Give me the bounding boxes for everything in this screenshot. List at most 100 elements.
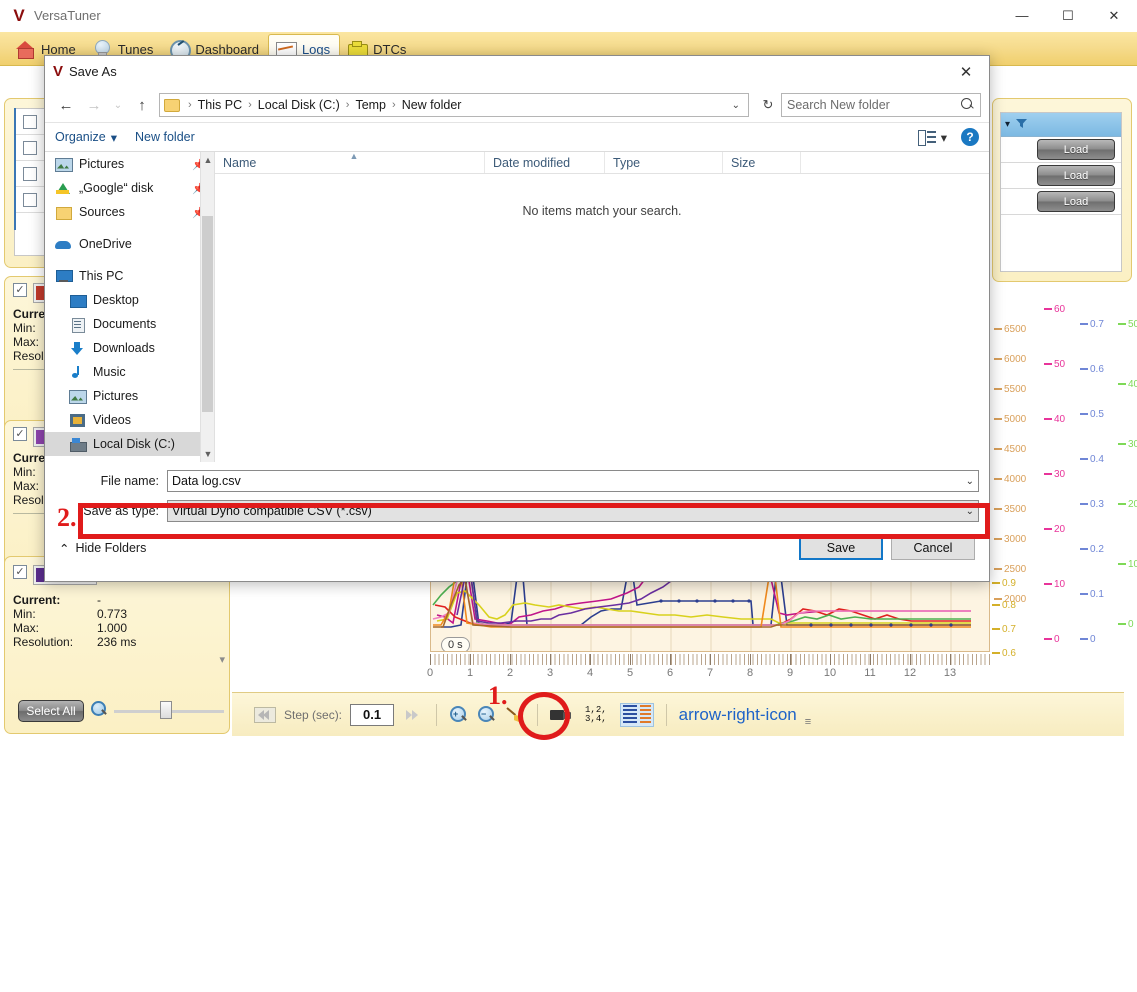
- recent-locations-button[interactable]: ⌄: [109, 92, 127, 118]
- breadcrumb-item-this-pc[interactable]: This PC: [198, 98, 242, 112]
- load-button[interactable]: Load: [1037, 165, 1115, 186]
- breadcrumb-separator: ›: [392, 99, 396, 111]
- nav-item-sources[interactable]: Sources 📌: [45, 200, 214, 224]
- nav-item-google-disk[interactable]: „Google“ disk 📌: [45, 176, 214, 200]
- breadcrumb-item-new-folder[interactable]: New folder: [402, 98, 462, 112]
- search-input[interactable]: Search New folder: [781, 93, 981, 117]
- axis-gold-bottom: 0.9 0.8 0.7 0.6: [992, 574, 1032, 992]
- parameter-scroll-down-icon[interactable]: ▾: [219, 653, 225, 666]
- forward-button[interactable]: →: [81, 92, 107, 118]
- close-button[interactable]: ✕: [1091, 0, 1137, 32]
- load-button[interactable]: Load: [1037, 191, 1115, 212]
- grid-sort-caret-icon[interactable]: ▾: [1005, 119, 1010, 130]
- file-name-input[interactable]: Data log.csv ⌄: [167, 470, 979, 492]
- column-label: Date modified: [493, 155, 571, 170]
- jump-to-end-button[interactable]: arrow-right-icon: [679, 705, 797, 725]
- axis-orange-right-tick: 3500: [1004, 504, 1027, 515]
- breadcrumb-dropdown-icon[interactable]: ⌄: [728, 100, 744, 111]
- help-icon[interactable]: ?: [961, 128, 979, 146]
- scrollbar-thumb[interactable]: [202, 216, 213, 412]
- navigation-pane[interactable]: Pictures 📌 „Google“ disk 📌 Sources 📌 One…: [45, 152, 215, 462]
- parameter-enabled-checkbox[interactable]: [13, 427, 27, 441]
- nav-item-music[interactable]: Music: [45, 360, 214, 384]
- filter-icon[interactable]: [1016, 118, 1028, 132]
- breadcrumb[interactable]: › This PC › Local Disk (C:) › Temp › New…: [159, 93, 749, 117]
- parameter-zoom-button[interactable]: [90, 700, 108, 721]
- nav-item-documents[interactable]: Documents: [45, 312, 214, 336]
- axis-lime-right-tick: 40: [1128, 379, 1137, 390]
- export-numbers-button[interactable]: 1,2, 3,4,: [580, 705, 612, 724]
- scroll-down-icon[interactable]: ▼: [201, 446, 214, 462]
- save-button[interactable]: Save: [799, 536, 883, 560]
- grid-header[interactable]: ▾: [1001, 113, 1121, 137]
- time-marker-badge: 0 s: [441, 637, 470, 651]
- nav-item-onedrive[interactable]: OneDrive: [45, 232, 214, 256]
- nav-item-pictures-quick[interactable]: Pictures 📌: [45, 152, 214, 176]
- log-row-checkbox[interactable]: [23, 114, 37, 129]
- organize-button[interactable]: Organize ▾: [55, 130, 117, 145]
- nav-item-downloads[interactable]: Downloads: [45, 336, 214, 360]
- annotation-circle-1: [518, 692, 570, 740]
- toolbar-overflow-button[interactable]: ≡: [805, 716, 811, 736]
- grid-row[interactable]: Load: [1001, 189, 1121, 215]
- zoom-slider-thumb[interactable]: [160, 701, 172, 719]
- minimize-button[interactable]: —: [999, 0, 1045, 32]
- rewind-button[interactable]: [254, 706, 276, 723]
- chevron-down-icon: ▾: [110, 130, 118, 145]
- axis-magenta-right-tick: 10: [1054, 579, 1066, 590]
- nav-item-desktop[interactable]: Desktop: [45, 288, 214, 312]
- nav-item-videos[interactable]: Videos: [45, 408, 214, 432]
- nav-item-pictures[interactable]: Pictures: [45, 384, 214, 408]
- log-data-grid[interactable]: ▾ Load Load Load: [1000, 112, 1122, 272]
- axis-blue-right-tick: 0.7: [1090, 319, 1104, 330]
- nav-item-local-disk-c[interactable]: Local Disk (C:): [45, 432, 214, 456]
- new-folder-button[interactable]: New folder: [135, 130, 195, 144]
- axis-orange-right-tick: 5000: [1004, 414, 1027, 425]
- chevron-down-icon[interactable]: ⌄: [960, 476, 974, 487]
- x-tick-label: 3: [546, 667, 554, 679]
- command-bar-right: ▾ ?: [917, 128, 979, 146]
- log-row-checkbox[interactable]: [23, 192, 37, 207]
- hide-folders-button[interactable]: ⌃ Hide Folders: [59, 541, 146, 556]
- dialog-title-bar[interactable]: V Save As ✕: [45, 56, 989, 88]
- axis-gold-tick: 0.8: [1002, 600, 1016, 611]
- file-list-pane[interactable]: ▲ Name Date modified Type Size No items …: [215, 151, 989, 462]
- scroll-up-icon[interactable]: ▲: [201, 152, 214, 168]
- chart-x-axis: 0 1 2 3 4 5 6 7 8 9 10 11 12 13: [427, 654, 990, 684]
- zoom-in-button[interactable]: +: [449, 705, 469, 725]
- step-input[interactable]: 0.1: [350, 703, 395, 726]
- nav-item-this-pc[interactable]: This PC: [45, 264, 214, 288]
- dialog-close-button[interactable]: ✕: [949, 59, 983, 85]
- column-header-name[interactable]: ▲ Name: [215, 151, 485, 173]
- chart-plot-area[interactable]: 0 s: [430, 574, 990, 652]
- load-button[interactable]: Load: [1037, 139, 1115, 160]
- axis-orange-right-tick: 5500: [1004, 384, 1027, 395]
- change-view-button[interactable]: ▾: [917, 130, 947, 146]
- annotation-rect-2: [78, 503, 990, 539]
- breadcrumb-item-local-disk[interactable]: Local Disk (C:): [258, 98, 340, 112]
- refresh-button[interactable]: ↻: [757, 97, 779, 113]
- column-header-size[interactable]: Size: [723, 152, 801, 173]
- parameter-enabled-checkbox[interactable]: [13, 565, 27, 579]
- forward-button[interactable]: [402, 707, 424, 723]
- log-row-checkbox[interactable]: [23, 166, 37, 181]
- parameter-enabled-checkbox[interactable]: [13, 283, 27, 297]
- app-logo-icon: V: [13, 6, 25, 25]
- desktop-icon: [69, 293, 87, 308]
- select-all-button[interactable]: Select All: [18, 700, 84, 722]
- column-header-date-modified[interactable]: Date modified: [485, 152, 605, 173]
- column-header-type[interactable]: Type: [605, 152, 723, 173]
- cancel-button[interactable]: Cancel: [891, 536, 975, 560]
- grid-row[interactable]: Load: [1001, 163, 1121, 189]
- show-bars-button[interactable]: [619, 702, 654, 727]
- grid-row[interactable]: Load: [1001, 137, 1121, 163]
- app-title-bar[interactable]: V VersaTuner — ☐ ✕: [0, 0, 1137, 32]
- axis-orange-right-tick: 4000: [1004, 474, 1027, 485]
- back-button[interactable]: ←: [53, 92, 79, 118]
- up-one-level-button[interactable]: ↑: [129, 92, 155, 118]
- axis-orange-right-tick: 6500: [1004, 324, 1027, 335]
- navigation-pane-scrollbar[interactable]: ▲ ▼: [200, 152, 214, 462]
- breadcrumb-item-temp[interactable]: Temp: [355, 98, 386, 112]
- maximize-button[interactable]: ☐: [1045, 0, 1091, 32]
- log-row-checkbox[interactable]: [23, 140, 37, 155]
